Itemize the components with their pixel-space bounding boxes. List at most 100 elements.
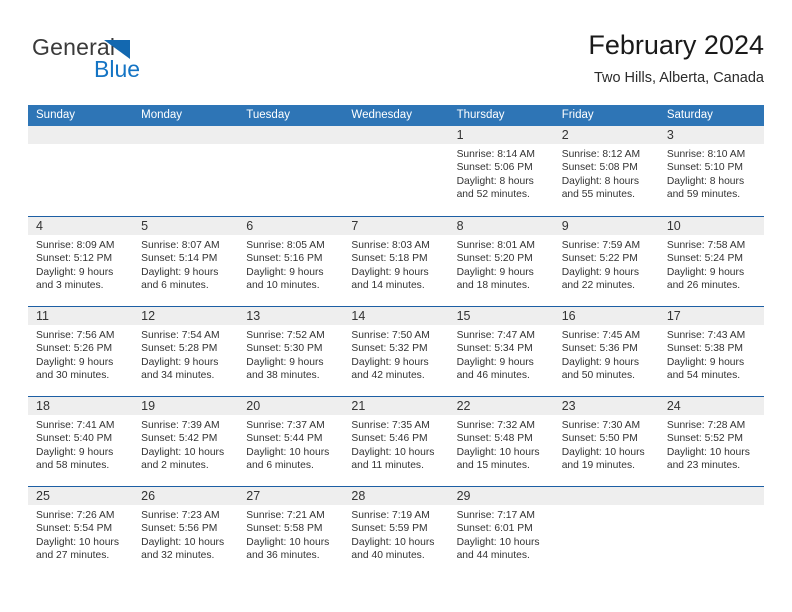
day-cell[interactable]: 25 Sunrise: 7:26 AM Sunset: 5:54 PM Dayligh… <box>28 487 134 576</box>
daylight-text-line1: Daylight: 10 hours <box>561 446 645 458</box>
day-cell[interactable] <box>553 487 659 576</box>
day-info: Sunrise: 7:50 AM Sunset: 5:32 PM Daylight:… <box>343 325 448 383</box>
daylight-text-line2: and 54 minutes. <box>666 370 741 382</box>
weekday-header-row: Sunday Monday Tuesday Wednesday Thursday… <box>28 105 764 126</box>
day-cell[interactable]: 15 Sunrise: 7:47 AM Sunset: 5:34 PM Dayligh… <box>448 307 554 396</box>
sunrise-text: Sunrise: 7:30 AM <box>561 420 641 431</box>
sunset-text: Sunset: 5:54 PM <box>36 523 113 535</box>
day-number: 2 <box>561 128 569 142</box>
day-cell[interactable]: 16 Sunrise: 7:45 AM Sunset: 5:36 PM Dayligh… <box>553 307 659 396</box>
day-cell[interactable]: 12 Sunrise: 7:54 AM Sunset: 5:28 PM Dayligh… <box>133 307 239 396</box>
day-number: 27 <box>246 489 261 503</box>
sunset-text: Sunset: 5:46 PM <box>351 433 428 445</box>
sunset-text: Sunset: 5:18 PM <box>351 253 428 265</box>
day-cell[interactable]: 3 Sunrise: 8:10 AM Sunset: 5:10 PM Daylight… <box>658 126 764 216</box>
daylight-text-line2: and 38 minutes. <box>246 370 320 382</box>
sunrise-text: Sunrise: 7:21 AM <box>246 510 325 521</box>
day-cell[interactable]: 6 Sunrise: 8:05 AM Sunset: 5:16 PM Daylight… <box>238 217 344 306</box>
day-number-band: 6 <box>238 217 344 235</box>
day-number: 12 <box>141 309 156 323</box>
day-cell[interactable]: 9 Sunrise: 7:59 AM Sunset: 5:22 PM Daylight… <box>553 217 659 306</box>
daylight-text-line2: and 22 minutes. <box>561 280 635 292</box>
day-cell[interactable]: 27 Sunrise: 7:21 AM Sunset: 5:58 PM Dayligh… <box>238 487 344 576</box>
sunset-text: Sunset: 5:52 PM <box>666 433 743 445</box>
day-cell[interactable] <box>343 126 449 216</box>
daylight-text-line2: and 36 minutes. <box>246 550 320 562</box>
day-cell[interactable]: 2 Sunrise: 8:12 AM Sunset: 5:08 PM Daylight… <box>553 126 659 216</box>
daylight-text-line2: and 59 minutes. <box>666 189 741 201</box>
sunrise-text: Sunrise: 7:41 AM <box>36 420 115 431</box>
sunrise-text: Sunrise: 7:59 AM <box>561 240 641 251</box>
day-cell[interactable]: 28 Sunrise: 7:19 AM Sunset: 5:59 PM Dayligh… <box>343 487 449 576</box>
day-cell[interactable] <box>238 126 344 216</box>
daylight-text-line1: Daylight: 9 hours <box>561 356 639 368</box>
day-number-band: 23 <box>553 397 659 415</box>
day-cell[interactable] <box>28 126 134 216</box>
day-info: Sunrise: 7:52 AM Sunset: 5:30 PM Daylight:… <box>238 325 343 383</box>
sunset-text: Sunset: 5:28 PM <box>141 343 218 355</box>
day-cell[interactable]: 18 Sunrise: 7:41 AM Sunset: 5:40 PM Dayligh… <box>28 397 134 486</box>
week-row: 25 Sunrise: 7:26 AM Sunset: 5:54 PM Dayligh… <box>28 486 764 576</box>
day-number-band: 2 <box>553 126 659 144</box>
day-number-band: 11 <box>28 307 134 325</box>
day-cell[interactable]: 24 Sunrise: 7:28 AM Sunset: 5:52 PM Dayligh… <box>658 397 764 486</box>
day-number-band: 3 <box>658 126 764 144</box>
daylight-text-line2: and 11 minutes. <box>351 460 424 472</box>
day-info: Sunrise: 8:03 AM Sunset: 5:18 PM Daylight:… <box>343 235 448 293</box>
day-info: Sunrise: 7:59 AM Sunset: 5:22 PM Daylight:… <box>554 235 659 293</box>
day-number: 1 <box>456 128 464 142</box>
day-cell[interactable]: 17 Sunrise: 7:43 AM Sunset: 5:38 PM Dayligh… <box>658 307 764 396</box>
daylight-text-line1: Daylight: 9 hours <box>666 266 745 278</box>
day-cell[interactable]: 14 Sunrise: 7:50 AM Sunset: 5:32 PM Dayligh… <box>343 307 449 396</box>
day-number-band: 5 <box>133 217 239 235</box>
day-number-band: 29 <box>448 487 554 505</box>
day-cell[interactable] <box>133 126 239 216</box>
day-cell[interactable]: 11 Sunrise: 7:56 AM Sunset: 5:26 PM Dayligh… <box>28 307 134 396</box>
daylight-text-line2: and 58 minutes. <box>36 460 110 472</box>
daylight-text-line2: and 26 minutes. <box>666 280 741 292</box>
day-info: Sunrise: 7:30 AM Sunset: 5:50 PM Daylight:… <box>554 415 659 473</box>
day-cell[interactable] <box>658 487 764 576</box>
day-cell[interactable]: 8 Sunrise: 8:01 AM Sunset: 5:20 PM Daylight… <box>448 217 554 306</box>
day-cell[interactable]: 19 Sunrise: 7:39 AM Sunset: 5:42 PM Dayligh… <box>133 397 239 486</box>
day-cell[interactable]: 21 Sunrise: 7:35 AM Sunset: 5:46 PM Dayligh… <box>343 397 449 486</box>
day-info: Sunrise: 7:54 AM Sunset: 5:28 PM Daylight:… <box>133 325 238 383</box>
day-cell[interactable]: 5 Sunrise: 8:07 AM Sunset: 5:14 PM Daylight… <box>133 217 239 306</box>
daylight-text-line1: Daylight: 9 hours <box>36 266 114 278</box>
day-number: 14 <box>351 309 366 323</box>
daylight-text-line2: and 44 minutes. <box>456 550 530 562</box>
sunset-text: Sunset: 6:01 PM <box>456 523 533 535</box>
day-cell[interactable]: 20 Sunrise: 7:37 AM Sunset: 5:44 PM Dayligh… <box>238 397 344 486</box>
day-cell[interactable]: 10 Sunrise: 7:58 AM Sunset: 5:24 PM Dayligh… <box>658 217 764 306</box>
day-cell[interactable]: 22 Sunrise: 7:32 AM Sunset: 5:48 PM Dayligh… <box>448 397 554 486</box>
daylight-text-line1: Daylight: 9 hours <box>36 446 114 458</box>
daylight-text-line2: and 27 minutes. <box>36 550 110 562</box>
day-number-band: 20 <box>238 397 344 415</box>
day-cell[interactable]: 23 Sunrise: 7:30 AM Sunset: 5:50 PM Dayligh… <box>553 397 659 486</box>
day-info: Sunrise: 8:10 AM Sunset: 5:10 PM Daylight:… <box>659 144 764 202</box>
day-cell[interactable]: 29 Sunrise: 7:17 AM Sunset: 6:01 PM Dayligh… <box>448 487 554 576</box>
day-number-band: 24 <box>658 397 764 415</box>
day-info <box>133 144 238 148</box>
day-number-band <box>343 126 449 144</box>
day-info: Sunrise: 8:07 AM Sunset: 5:14 PM Daylight:… <box>133 235 238 293</box>
day-number: 5 <box>141 219 149 233</box>
sunrise-text: Sunrise: 7:54 AM <box>141 330 220 341</box>
daylight-text-line2: and 18 minutes. <box>456 280 530 292</box>
sunrise-text: Sunrise: 8:03 AM <box>351 240 430 251</box>
day-number: 25 <box>36 489 50 503</box>
day-cell[interactable]: 4 Sunrise: 8:09 AM Sunset: 5:12 PM Daylight… <box>28 217 134 306</box>
day-cell[interactable]: 26 Sunrise: 7:23 AM Sunset: 5:56 PM Dayligh… <box>133 487 239 576</box>
day-cell[interactable]: 13 Sunrise: 7:52 AM Sunset: 5:30 PM Dayligh… <box>238 307 344 396</box>
day-info: Sunrise: 7:32 AM Sunset: 5:48 PM Daylight:… <box>449 415 554 473</box>
day-number-band: 26 <box>133 487 239 505</box>
daylight-text-line1: Daylight: 10 hours <box>141 446 225 458</box>
sunset-text: Sunset: 5:12 PM <box>36 253 113 265</box>
day-cell[interactable]: 7 Sunrise: 8:03 AM Sunset: 5:18 PM Daylight… <box>343 217 449 306</box>
sunset-text: Sunset: 5:56 PM <box>141 523 218 535</box>
daylight-text-line2: and 34 minutes. <box>141 370 215 382</box>
sunrise-text: Sunrise: 7:32 AM <box>456 420 535 431</box>
day-info: Sunrise: 7:47 AM Sunset: 5:34 PM Daylight:… <box>449 325 554 383</box>
day-cell[interactable]: 1 Sunrise: 8:14 AM Sunset: 5:06 PM Daylight… <box>448 126 554 216</box>
daylight-text-line1: Daylight: 8 hours <box>456 175 534 187</box>
